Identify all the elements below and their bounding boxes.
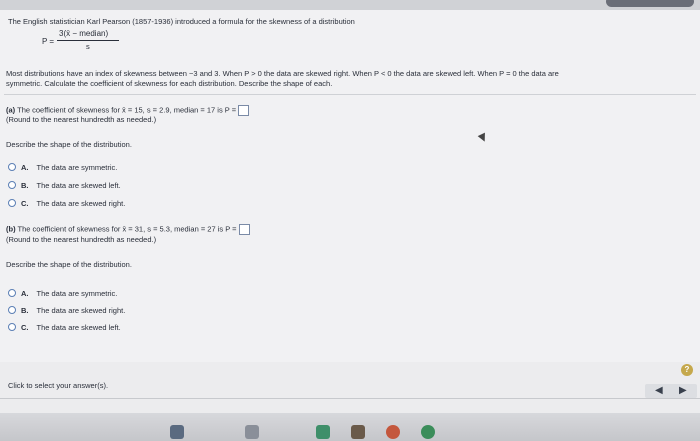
radio-icon[interactable]	[8, 289, 16, 297]
app-icon[interactable]	[351, 425, 365, 439]
part-a-option-c[interactable]: C. The data are skewed right.	[8, 197, 125, 209]
part-b-option-b[interactable]: B. The data are skewed right.	[8, 304, 125, 316]
radio-icon[interactable]	[8, 163, 16, 171]
app-icon[interactable]	[316, 425, 330, 439]
footer-hint: Click to select your answer(s).	[8, 381, 109, 390]
part-a-label: (a)	[6, 105, 16, 115]
part-a-option-a[interactable]: A. The data are symmetric.	[8, 161, 117, 173]
problem-description-line2: symmetric. Calculate the coefficient of …	[6, 79, 333, 88]
formula-denominator: s	[86, 42, 90, 51]
option-text: The data are skewed right.	[36, 305, 126, 315]
part-b-answer-input[interactable]	[238, 224, 250, 235]
footer-divider	[0, 398, 700, 399]
formula-lhs: P =	[42, 37, 55, 46]
next-arrow-icon[interactable]: ▶	[679, 385, 687, 396]
part-a-rounding-note: (Round to the nearest hundredth as neede…	[6, 115, 157, 124]
taskbar	[0, 413, 700, 441]
option-key: C.	[21, 198, 29, 208]
formula-numerator: 3(x̄ − median)	[59, 29, 109, 38]
window-top-bar	[0, 0, 700, 10]
app-icon[interactable]	[386, 425, 400, 439]
problem-description-line1: Most distributions have an index of skew…	[6, 69, 559, 78]
prev-arrow-icon[interactable]: ◀	[655, 385, 663, 396]
part-a-shape-prompt: Describe the shape of the distribution.	[6, 140, 132, 149]
radio-icon[interactable]	[8, 181, 16, 189]
option-key: B.	[21, 305, 29, 315]
part-b-shape-prompt: Describe the shape of the distribution.	[6, 260, 132, 269]
part-b-label: (b)	[6, 224, 16, 234]
part-b-text: The coefficient of skewness for x̄ = 31,…	[17, 224, 237, 234]
part-a-option-b[interactable]: B. The data are skewed left.	[8, 179, 121, 191]
radio-icon[interactable]	[8, 323, 16, 331]
option-text: The data are skewed right.	[36, 198, 126, 208]
part-a-text: The coefficient of skewness for x̄ = 15,…	[17, 105, 237, 115]
question-panel: The English statistician Karl Pearson (1…	[0, 10, 700, 362]
app-icon[interactable]	[245, 425, 259, 439]
option-key: C.	[21, 322, 29, 332]
option-text: The data are skewed left.	[36, 180, 121, 190]
pearson-formula: P = 3(x̄ − median) s	[42, 29, 132, 53]
problem-intro: The English statistician Karl Pearson (1…	[8, 17, 355, 26]
part-b-rounding-note: (Round to the nearest hundredth as neede…	[6, 235, 157, 244]
option-key: B.	[21, 180, 29, 190]
section-divider	[4, 94, 696, 95]
option-key: A.	[21, 288, 29, 298]
option-key: A.	[21, 162, 29, 172]
app-icon[interactable]	[421, 425, 435, 439]
radio-icon[interactable]	[8, 306, 16, 314]
top-control-pill[interactable]	[606, 0, 694, 7]
option-text: The data are symmetric.	[36, 288, 118, 298]
radio-icon[interactable]	[8, 199, 16, 207]
option-text: The data are skewed left.	[36, 322, 121, 332]
option-text: The data are symmetric.	[36, 162, 118, 172]
mouse-cursor-icon	[477, 132, 489, 144]
app-icon[interactable]	[170, 425, 184, 439]
fraction-bar	[57, 40, 119, 41]
question-nav: ◀ ▶	[645, 384, 697, 398]
part-b-option-c[interactable]: C. The data are skewed left.	[8, 321, 121, 333]
part-b-option-a[interactable]: A. The data are symmetric.	[8, 287, 117, 299]
part-b-prompt: (b) The coefficient of skewness for x̄ =…	[6, 224, 250, 235]
help-icon[interactable]: ?	[681, 364, 693, 376]
part-a-answer-input[interactable]	[238, 105, 250, 116]
